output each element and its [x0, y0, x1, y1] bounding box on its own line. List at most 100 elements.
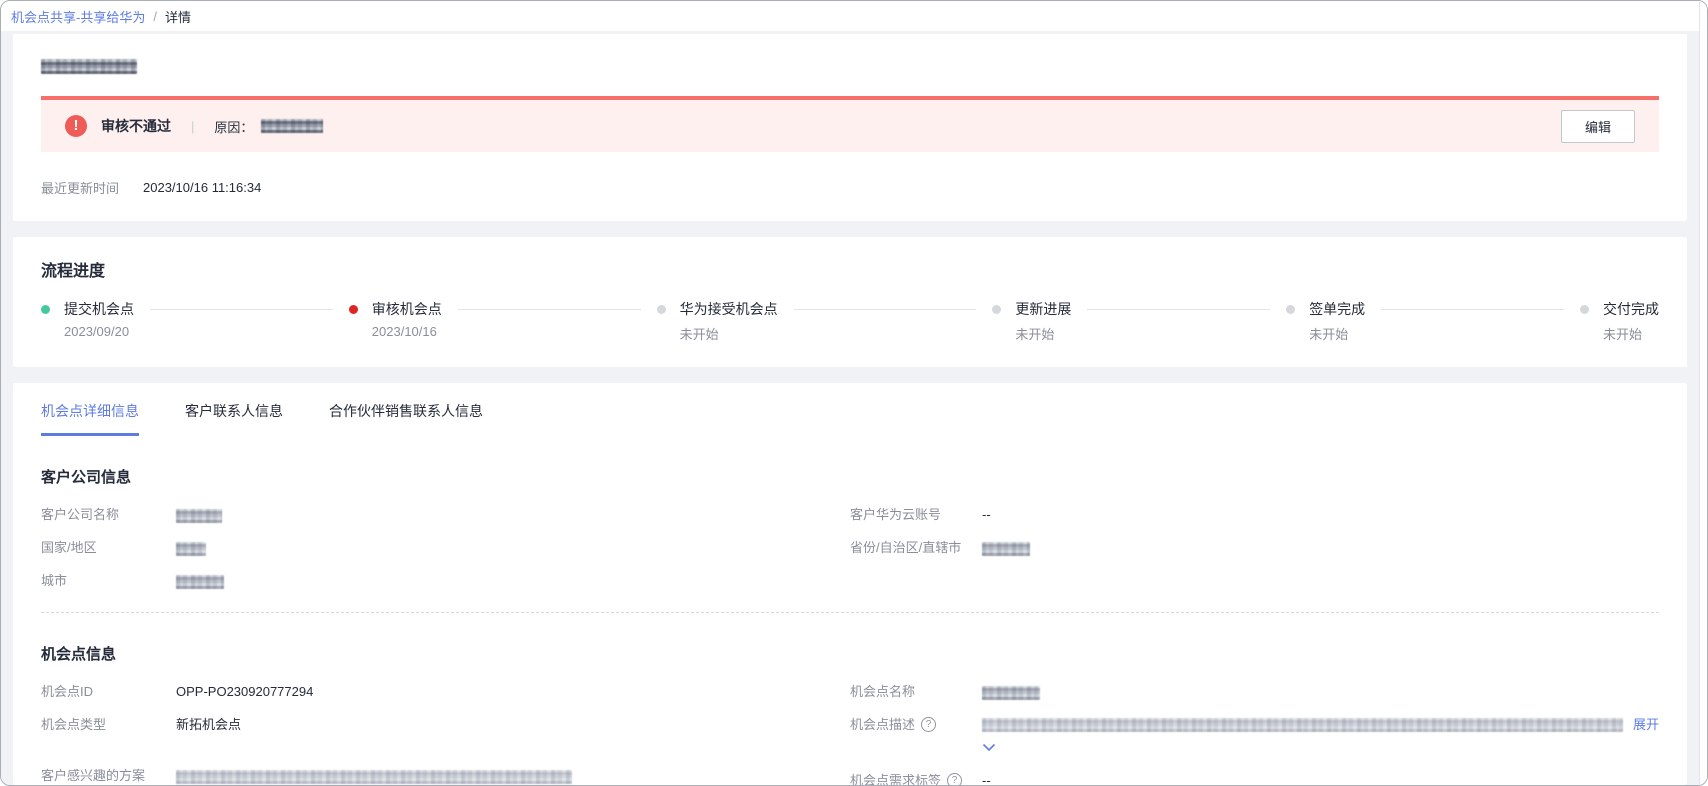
opportunity-type-value: 新拓机会点: [176, 717, 242, 732]
row-spacer: [41, 748, 850, 766]
step-date: 未开始: [1309, 327, 1349, 342]
review-rejected-alert: ! 审核不通过 | 原因： 编辑: [41, 96, 1659, 152]
breadcrumb-separator: /: [153, 8, 157, 24]
step-date: 未开始: [679, 327, 719, 342]
fields-left-column: 客户公司名称 国家/地区 城市: [41, 505, 850, 604]
step-label: 交付完成: [1602, 301, 1659, 317]
reason-value-redacted: [261, 119, 324, 133]
opportunity-id-value: OPP-PO230920777294: [176, 684, 314, 699]
step-connector: [1381, 309, 1564, 310]
expand-link[interactable]: 展开: [1633, 715, 1659, 735]
field-country: 国家/地区: [41, 538, 850, 558]
step-label: 签单完成: [1309, 301, 1366, 317]
step-review: 审核机会点 2023/10/16: [348, 299, 442, 339]
process-progress-card: 流程进度 提交机会点 2023/09/20 审核机会点 2023/10/16 华…: [13, 237, 1687, 367]
reason-label: 原因：: [214, 119, 254, 135]
step-label: 更新进展: [1015, 301, 1072, 317]
step-date: 2023/09/20: [64, 324, 130, 339]
field-label: 省份/自治区/直辖市: [850, 540, 962, 555]
redacted-company-name: [176, 508, 222, 523]
field-city: 城市: [41, 571, 850, 591]
last-updated-value: 2023/10/16 11:16:34: [143, 180, 262, 195]
customer-company-section-title: 客户公司信息: [41, 469, 132, 486]
opportunity-title-redacted: [41, 59, 137, 75]
section-divider: [41, 612, 1659, 613]
review-status-text: 审核不通过: [101, 118, 171, 134]
step-label: 提交机会点: [64, 301, 134, 317]
field-label: 机会点名称: [850, 684, 916, 699]
redacted-country: [176, 541, 206, 556]
scrollbar[interactable]: [1699, 1, 1707, 785]
field-province: 省份/自治区/直辖市: [850, 538, 1659, 558]
field-opportunity-type: 机会点类型 新拓机会点: [41, 715, 850, 735]
step-connector: [793, 309, 977, 310]
cloud-account-value: --: [982, 507, 991, 522]
step-sign-complete: 签单完成 未开始: [1286, 299, 1365, 343]
step-huawei-accept: 华为接受机会点 未开始: [656, 299, 778, 343]
breadcrumb-link-opportunity-share[interactable]: 机会点共享-共享给华为: [11, 7, 145, 26]
tab-partner-sales-contact[interactable]: 合作伙伴销售联系人信息: [329, 401, 483, 436]
tab-customer-contact[interactable]: 客户联系人信息: [185, 401, 283, 436]
field-demand-tag: 机会点需求标签 ? --: [850, 771, 1659, 785]
redacted-description: [982, 718, 1623, 732]
field-label: 国家/地区: [41, 540, 97, 555]
customer-company-fields: 客户公司名称 国家/地区 城市 客户华为云账号 -- 省份/自治区/直辖市: [41, 505, 1659, 604]
field-label: 城市: [41, 573, 68, 588]
field-label: 客户华为云账号: [850, 507, 942, 522]
detail-card: 机会点详细信息 客户联系人信息 合作伙伴销售联系人信息 客户公司信息 客户公司名…: [13, 383, 1687, 785]
app-window: 机会点共享-共享给华为 / 详情 ! 审核不通过 | 原因： 编辑 最近更新时间…: [0, 0, 1708, 786]
detail-tabs: 机会点详细信息 客户联系人信息 合作伙伴销售联系人信息: [41, 401, 1659, 436]
edit-button[interactable]: 编辑: [1560, 109, 1635, 143]
chevron-down-icon[interactable]: [982, 743, 996, 752]
step-pending-dot-icon: [1579, 305, 1589, 314]
step-current-dot-icon: [348, 305, 358, 314]
field-interested-solution: 客户感兴趣的方案: [41, 766, 850, 785]
summary-card: ! 审核不通过 | 原因： 编辑 最近更新时间 2023/10/16 11:16…: [13, 34, 1687, 221]
alert-divider: |: [191, 118, 195, 134]
field-cloud-account: 客户华为云账号 --: [850, 505, 1659, 525]
step-date: 2023/10/16: [371, 324, 437, 339]
last-updated-row: 最近更新时间 2023/10/16 11:16:34: [41, 178, 1659, 197]
step-delivery-complete: 交付完成 未开始: [1579, 299, 1659, 343]
demand-tag-value: --: [982, 773, 991, 785]
step-connector: [150, 309, 333, 310]
last-updated-label: 最近更新时间: [41, 181, 120, 196]
tab-opportunity-detail[interactable]: 机会点详细信息: [41, 401, 139, 436]
step-label: 华为接受机会点: [679, 301, 778, 317]
field-label: 机会点类型: [41, 717, 107, 732]
field-opportunity-description: 机会点描述 ? 展开: [850, 715, 1659, 758]
step-update-progress: 更新进展 未开始: [992, 299, 1071, 343]
step-pending-dot-icon: [656, 305, 666, 314]
step-pending-dot-icon: [1286, 305, 1296, 314]
progress-steps: 提交机会点 2023/09/20 审核机会点 2023/10/16 华为接受机会…: [41, 299, 1659, 343]
redacted-interested-solution: [176, 769, 572, 784]
step-date: 未开始: [1602, 327, 1642, 342]
help-icon[interactable]: ?: [947, 773, 963, 785]
fields-right-column: 机会点名称 机会点描述 ? 展开 机会点需求标签 ? --: [850, 682, 1659, 785]
field-label: 机会点ID: [41, 684, 94, 699]
field-label: 机会点需求标签: [850, 773, 942, 785]
breadcrumb: 机会点共享-共享给华为 / 详情: [1, 1, 1707, 31]
field-label: 客户感兴趣的方案: [41, 768, 146, 783]
step-connector: [457, 309, 641, 310]
step-submit: 提交机会点 2023/09/20: [41, 299, 134, 339]
page-content: ! 审核不通过 | 原因： 编辑 最近更新时间 2023/10/16 11:16…: [1, 31, 1707, 785]
field-company-name: 客户公司名称: [41, 505, 850, 525]
breadcrumb-current: 详情: [164, 9, 191, 25]
step-pending-dot-icon: [992, 305, 1002, 314]
help-icon[interactable]: ?: [921, 717, 937, 732]
step-connector: [1087, 309, 1271, 310]
opportunity-fields: 机会点ID OPP-PO230920777294 机会点类型 新拓机会点 客户感…: [41, 682, 1659, 785]
redacted-opportunity-name: [982, 685, 1040, 700]
fields-right-column: 客户华为云账号 -- 省份/自治区/直辖市: [850, 505, 1659, 604]
field-opportunity-name: 机会点名称: [850, 682, 1659, 702]
field-label: 客户公司名称: [41, 507, 120, 522]
opportunity-section-title: 机会点信息: [41, 646, 117, 663]
field-opportunity-id: 机会点ID OPP-PO230920777294: [41, 682, 850, 702]
redacted-city: [176, 574, 224, 589]
fields-left-column: 机会点ID OPP-PO230920777294 机会点类型 新拓机会点 客户感…: [41, 682, 850, 785]
redacted-province: [982, 541, 1030, 556]
exclamation-icon: !: [65, 115, 87, 137]
step-label: 审核机会点: [371, 301, 442, 317]
field-label: 机会点描述: [850, 717, 916, 732]
